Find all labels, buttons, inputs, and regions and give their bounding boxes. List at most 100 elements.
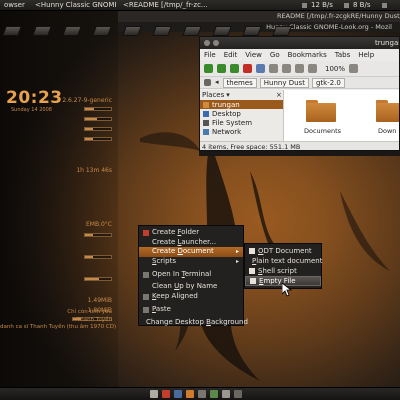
memory-value: 1.49MiB <box>87 297 112 304</box>
context-menu-item[interactable]: Create Folder <box>139 228 243 238</box>
reload-icon[interactable] <box>256 64 265 73</box>
top-panel: owser <Hunny Classic GNOME... <README [/… <box>0 0 400 11</box>
status-bar: 4 items, Free space: 551.1 MB <box>200 141 399 150</box>
shortcut-icon[interactable] <box>2 26 22 36</box>
menu-help[interactable]: Help <box>358 49 374 61</box>
search-icon[interactable] <box>295 64 304 73</box>
disk-bar <box>84 277 112 281</box>
shortcut-icon[interactable] <box>272 26 292 36</box>
taskbar-item-hunny[interactable]: <Hunny Classic GNOME... <box>28 0 116 11</box>
taskbar-item-browser[interactable]: owser <box>0 0 28 11</box>
computer-icon[interactable] <box>282 64 291 73</box>
app-launcher-icon[interactable] <box>210 390 218 398</box>
taskbar-item-label: <Hunny Classic GNOME... <box>35 1 116 9</box>
place-label: File System <box>212 118 253 127</box>
app-launcher-icon[interactable] <box>150 390 158 398</box>
context-menu-item[interactable]: Clean Up by Name <box>139 282 243 292</box>
network-icon <box>344 3 349 8</box>
places-selector[interactable]: Places ▾ × <box>200 90 283 100</box>
menu-bookmarks[interactable]: Bookmarks <box>288 49 327 61</box>
song-title: Chỉ còn tình yêu <box>67 309 112 315</box>
app-launcher-icon[interactable] <box>198 390 206 398</box>
menu-item-label: Keep Aligned <box>152 292 198 301</box>
submenu-arrow-icon: ▸ <box>235 258 239 266</box>
context-menu-item[interactable]: Keep Aligned <box>139 292 243 302</box>
drive-icon <box>203 119 209 126</box>
place-desktop[interactable]: Desktop <box>200 109 283 118</box>
menu-item-icon-placeholder <box>143 240 149 246</box>
submenu-arrow-icon: ▸ <box>235 248 239 256</box>
place-home[interactable]: trungan <box>200 100 283 109</box>
folder-label[interactable]: Down <box>378 127 399 135</box>
background-window-title[interactable]: README [/tmp/.fr-zcgkRE/Hunny Dust/gtk- <box>118 11 400 22</box>
file-manager-body: Places ▾ × trungan Desktop File System N… <box>200 90 399 141</box>
breadcrumb-gtk[interactable]: gtk-2.0 <box>311 77 345 88</box>
shortcut-icon[interactable] <box>242 26 262 36</box>
breadcrumb-scroll-icon[interactable]: ◂ <box>214 78 220 88</box>
shortcut-icon[interactable] <box>152 26 172 36</box>
app-launcher-icon[interactable] <box>234 390 242 398</box>
close-icon[interactable]: × <box>276 91 282 99</box>
context-menu-item[interactable]: Create Launcher... <box>139 238 243 248</box>
shortcut-icon[interactable] <box>62 26 82 36</box>
context-menu-item[interactable]: Open In Terminal <box>139 270 243 280</box>
folder-documents-icon[interactable] <box>306 100 336 122</box>
app-launcher-icon[interactable] <box>186 390 194 398</box>
menu-item-label: Scripts <box>152 257 176 266</box>
zoom-in-icon[interactable] <box>349 64 359 73</box>
submenu-item[interactable]: ODT Document <box>245 246 321 256</box>
app-launcher-icon[interactable] <box>162 390 170 398</box>
menu-file[interactable]: File <box>204 49 216 61</box>
shortcut-icon[interactable] <box>92 26 112 36</box>
window-button-icon[interactable] <box>213 40 219 46</box>
menu-go[interactable]: Go <box>270 49 280 61</box>
back-icon[interactable] <box>204 64 213 73</box>
window-button-icon[interactable] <box>204 40 210 46</box>
clock-date: Sunday 14 2008 <box>11 107 52 113</box>
context-menu-item[interactable]: Scripts ▸ <box>139 257 243 267</box>
submenu-item-label: ODT Document <box>258 247 312 255</box>
breadcrumb-hunny-dust[interactable]: Hunny Dust <box>259 77 309 88</box>
menu-edit[interactable]: Edit <box>224 49 238 61</box>
app-launcher-icon[interactable] <box>174 390 182 398</box>
desktop-icon <box>203 110 209 117</box>
cpu-bar <box>84 127 112 131</box>
shortcut-icon[interactable] <box>32 26 52 36</box>
menu-item-icon-placeholder <box>143 259 149 265</box>
context-menu-item[interactable]: Change Desktop Background <box>139 318 248 328</box>
shortcut-icon[interactable] <box>212 26 232 36</box>
breadcrumb-themes[interactable]: themes <box>222 77 257 88</box>
window-titlebar[interactable]: trungan - File <box>200 37 399 49</box>
toggle-location-icon[interactable] <box>204 79 211 86</box>
launcher-dock <box>150 390 242 398</box>
disk-bar <box>84 255 112 259</box>
forward-icon[interactable] <box>217 64 226 73</box>
document-icon <box>250 278 256 284</box>
context-menu-item[interactable]: Paste <box>139 305 243 315</box>
menu-tabs[interactable]: Tabs <box>335 49 351 61</box>
network-icon <box>203 128 209 135</box>
menu-item-label: Change Desktop Background <box>146 317 248 326</box>
zoom-out-icon[interactable] <box>308 64 317 73</box>
document-icon <box>249 248 255 254</box>
shortcut-icon[interactable] <box>122 26 142 36</box>
app-launcher-icon[interactable] <box>222 390 230 398</box>
up-icon[interactable] <box>230 64 239 73</box>
window-title-text: README [/tmp/.fr-zcgkRE/Hunny Dust/gtk- <box>277 12 400 20</box>
context-menu-item[interactable]: Create Document ▸ <box>139 247 243 258</box>
shortcut-icon[interactable] <box>182 26 202 36</box>
stop-icon[interactable] <box>243 64 252 73</box>
menu-item-label: Create Document <box>152 247 214 256</box>
submenu-item[interactable]: Plain text document <box>245 256 322 266</box>
cpu-bar <box>84 137 112 141</box>
place-network[interactable]: Network <box>200 127 283 136</box>
menu-item-icon-placeholder <box>143 284 149 290</box>
place-filesystem[interactable]: File System <box>200 118 283 127</box>
submenu-item[interactable]: Shell script <box>245 266 321 276</box>
folder-downloads-icon[interactable] <box>376 100 399 122</box>
disk-bar <box>84 233 112 237</box>
folder-label[interactable]: Documents <box>304 127 341 135</box>
taskbar-item-readme[interactable]: <README [/tmp/_fr-zc... <box>116 0 208 11</box>
home-icon[interactable] <box>269 64 278 73</box>
menu-view[interactable]: View <box>245 49 262 61</box>
